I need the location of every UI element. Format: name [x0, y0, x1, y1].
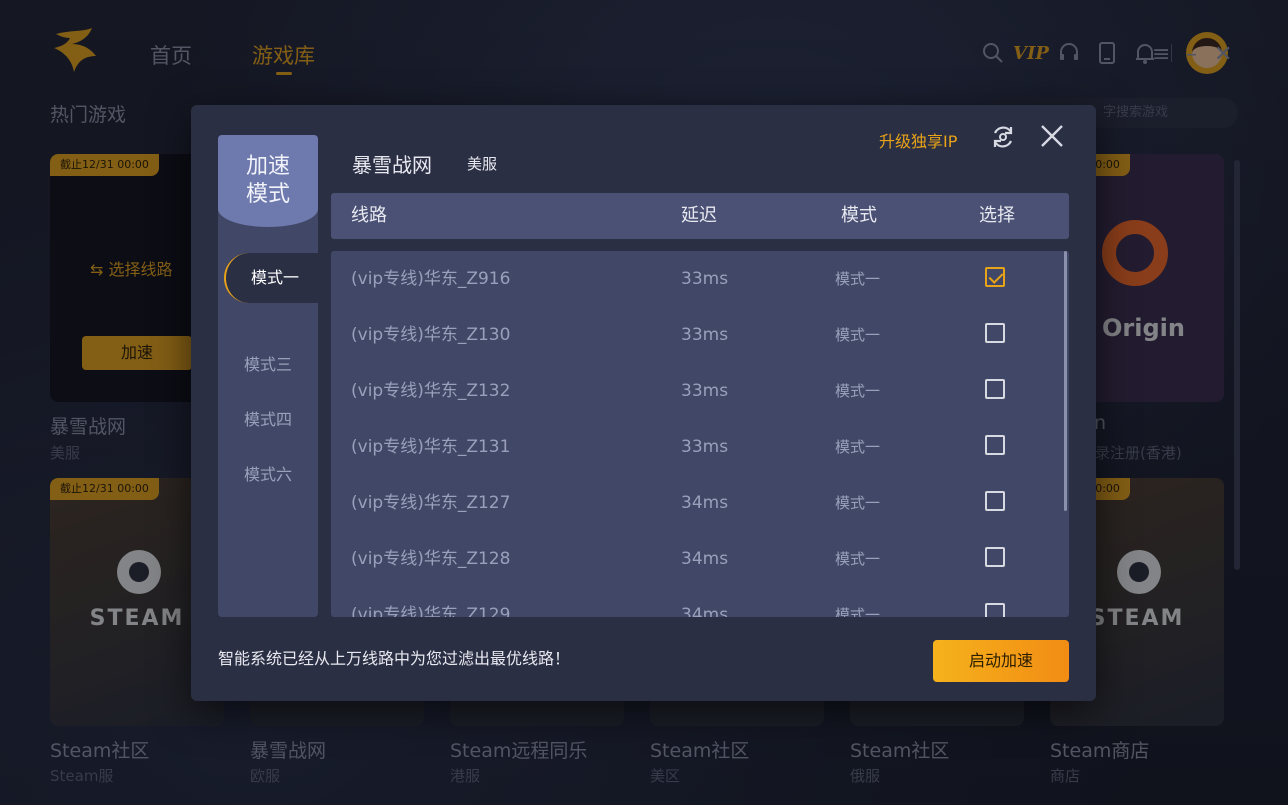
start-accelerate-button[interactable]: 启动加速 [933, 640, 1069, 682]
mode-header: 加速 模式 [218, 135, 318, 227]
line-name: (vip专线)华东_Z130 [351, 325, 511, 345]
dialog-title: 暴雪战网 [352, 153, 432, 177]
mode-value: 模式一 [835, 550, 881, 568]
table-row[interactable]: (vip专线)华东_Z916 33ms 模式一 [331, 251, 1069, 307]
select-checkbox[interactable] [985, 323, 1005, 343]
mode-value: 模式一 [835, 326, 881, 344]
table-header: 线路 延迟 模式 选择 [331, 193, 1069, 239]
table-row[interactable]: (vip专线)华东_Z127 34ms 模式一 [331, 475, 1069, 531]
col-mode: 模式 [841, 205, 877, 226]
line-name: (vip专线)华东_Z916 [351, 269, 511, 289]
mode-value: 模式一 [835, 270, 881, 288]
table-row[interactable]: (vip专线)华东_Z129 34ms 模式一 [331, 587, 1069, 617]
line-name: (vip专线)华东_Z128 [351, 549, 511, 569]
table-row[interactable]: (vip专线)华东_Z130 33ms 模式一 [331, 307, 1069, 363]
col-select: 选择 [979, 205, 1015, 226]
line-table: (vip专线)华东_Z916 33ms 模式一 (vip专线)华东_Z130 3… [331, 251, 1069, 617]
latency-value: 34ms [681, 549, 729, 569]
line-select-dialog: 加速 模式 模式一 模式三 模式四 模式六 暴雪战网 美服 升级独享IP 线路 … [191, 105, 1096, 701]
select-checkbox[interactable] [985, 603, 1005, 617]
line-name: (vip专线)华东_Z131 [351, 437, 511, 457]
select-checkbox[interactable] [985, 267, 1005, 287]
mode-value: 模式一 [835, 382, 881, 400]
col-latency: 延迟 [681, 205, 717, 226]
table-row[interactable]: (vip专线)华东_Z132 33ms 模式一 [331, 363, 1069, 419]
select-checkbox[interactable] [985, 491, 1005, 511]
footer-hint: 智能系统已经从上万线路中为您过滤出最优线路！ [218, 649, 571, 668]
mode-sidebar: 加速 模式 模式一 模式三 模式四 模式六 [218, 135, 324, 617]
select-checkbox[interactable] [985, 547, 1005, 567]
table-row[interactable]: (vip专线)华东_Z131 33ms 模式一 [331, 419, 1069, 475]
latency-value: 34ms [681, 605, 729, 617]
latency-value: 33ms [681, 269, 729, 289]
refresh-icon[interactable] [989, 123, 1017, 151]
latency-value: 33ms [681, 381, 729, 401]
select-checkbox[interactable] [985, 435, 1005, 455]
mode-tab[interactable]: 模式一 [224, 253, 324, 303]
col-line: 线路 [351, 205, 387, 226]
table-scrollbar[interactable] [1064, 251, 1067, 511]
select-checkbox[interactable] [985, 379, 1005, 399]
line-name: (vip专线)华东_Z129 [351, 605, 511, 617]
mode-value: 模式一 [835, 438, 881, 456]
latency-value: 33ms [681, 325, 729, 345]
mode-value: 模式一 [835, 606, 881, 617]
upgrade-ip-link[interactable]: 升级独享IP [879, 128, 957, 152]
table-row[interactable]: (vip专线)华东_Z128 34ms 模式一 [331, 531, 1069, 587]
line-name: (vip专线)华东_Z132 [351, 381, 511, 401]
mode-tab[interactable]: 模式三 [218, 340, 318, 390]
dialog-region: 美服 [467, 155, 498, 173]
close-icon[interactable] [1037, 121, 1067, 151]
mode-value: 模式一 [835, 494, 881, 512]
latency-value: 34ms [681, 493, 729, 513]
latency-value: 33ms [681, 437, 729, 457]
mode-tab[interactable]: 模式四 [218, 395, 318, 445]
line-name: (vip专线)华东_Z127 [351, 493, 511, 513]
mode-tab[interactable]: 模式六 [218, 450, 318, 500]
